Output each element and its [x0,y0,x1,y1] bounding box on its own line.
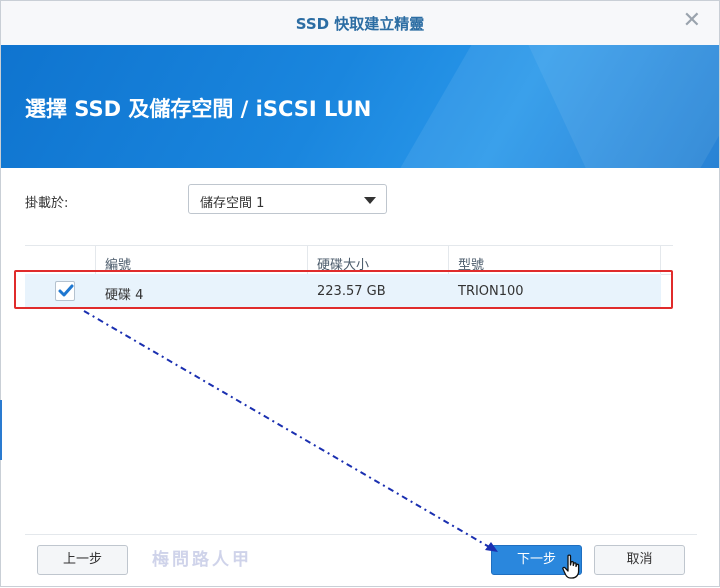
annotation-arrow [83,310,498,552]
hand-cursor-icon [562,554,580,579]
ssd-cache-wizard-dialog: SSD 快取建立精靈 ✕ 選擇 SSD 及儲存空間 / iSCSI LUN 掛載… [0,0,720,587]
background-window-edge [0,400,2,460]
